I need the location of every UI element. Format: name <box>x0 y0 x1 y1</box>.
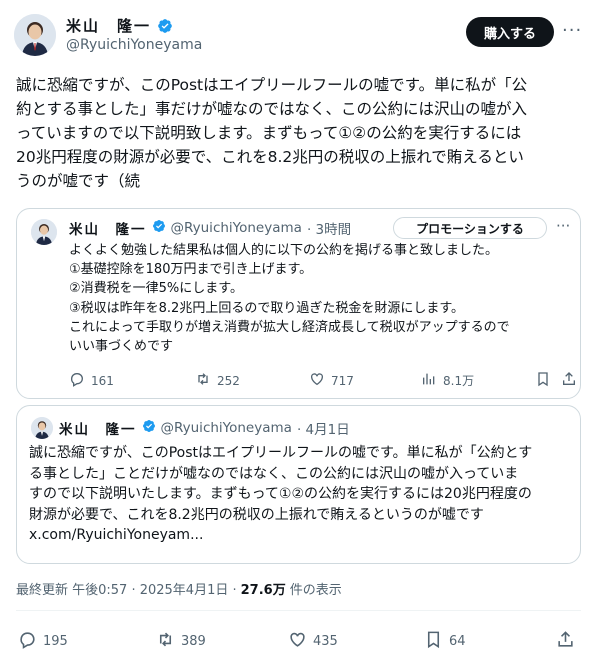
repost-count: 389 <box>181 634 206 649</box>
quote2-name-row: 米山 隆一 @RyuichiYoneyama · 4月1日 <box>59 418 350 438</box>
author-name[interactable]: 米山 隆一 <box>66 15 151 36</box>
author-avatar[interactable] <box>14 14 56 56</box>
post-updated-time[interactable]: 最終更新 午後0:57 · 2025年4月1日 · <box>16 579 237 598</box>
buy-button[interactable]: 購入する <box>466 17 554 47</box>
quote1-reply-count: 161 <box>91 373 114 388</box>
quote1-like-count: 717 <box>331 373 354 388</box>
quote2-text: 誠に恐縮ですが、このPostはエイプリールフールの嘘です。単に私が「公約とす る… <box>29 445 533 543</box>
bookmark-button[interactable]: 64 <box>424 630 466 653</box>
author-handle[interactable]: @RyuichiYoneyama <box>66 37 202 53</box>
quote1-views-button[interactable]: 8.1万 <box>421 371 474 390</box>
quote1-author-name[interactable]: 米山 隆一 <box>69 218 147 238</box>
quote2-handle[interactable]: @RyuichiYoneyama <box>161 420 292 436</box>
reply-icon <box>69 371 85 390</box>
share-button[interactable] <box>556 630 575 653</box>
bookmark-icon <box>535 371 551 390</box>
reply-icon <box>18 630 37 653</box>
post-view-label: 件の表示 <box>289 583 342 598</box>
repost-button[interactable]: 389 <box>156 630 206 653</box>
share-icon <box>556 630 575 653</box>
quote1-reply-button[interactable]: 161 <box>69 371 114 390</box>
views-chart-icon <box>421 371 437 390</box>
quote2-avatar[interactable] <box>31 417 53 439</box>
post-actions: 195 389 435 64 <box>16 630 581 654</box>
repost-icon <box>156 630 175 653</box>
quoted-post-1[interactable]: 米山 隆一 @RyuichiYoneyama · 3時間 プロモーションする ·… <box>16 208 581 399</box>
heart-icon <box>309 371 325 390</box>
post-meta: 最終更新 午後0:57 · 2025年4月1日 · 27.6万 件の表示 <box>16 579 342 598</box>
bookmark-icon <box>424 630 443 653</box>
bookmark-count: 64 <box>449 634 466 649</box>
repost-icon <box>195 371 211 390</box>
like-count: 435 <box>313 634 338 649</box>
verified-badge-icon <box>152 219 166 237</box>
post-header: 米山 隆一 @RyuichiYoneyama 購入する ··· <box>0 0 597 66</box>
promote-button[interactable]: プロモーションする <box>393 217 547 239</box>
quote1-name-row: 米山 隆一 @RyuichiYoneyama · 3時間 <box>69 218 351 238</box>
post-view-count: 27.6万 <box>240 583 286 598</box>
quote1-views-count: 8.1万 <box>443 374 475 388</box>
more-options-icon[interactable]: ··· <box>562 20 582 41</box>
verified-badge-icon <box>142 419 156 437</box>
quote1-repost-button[interactable]: 252 <box>195 371 240 390</box>
quote1-time[interactable]: · 3時間 <box>307 218 351 238</box>
divider <box>16 610 581 611</box>
quote1-text: よくよく勉強した結果私は個人的に以下の公約を掲げる事と致しました。 ①基礎控除を… <box>69 243 510 355</box>
quote1-repost-count: 252 <box>217 373 240 388</box>
like-button[interactable]: 435 <box>288 630 338 653</box>
post-text: 誠に恐縮ですが、このPostはエイプリールフールの嘘です。単に私が「公 約とする… <box>16 76 528 190</box>
author-name-row: 米山 隆一 <box>66 15 173 36</box>
reply-count: 195 <box>43 634 68 649</box>
quote2-time[interactable]: · 4月1日 <box>297 418 350 438</box>
verified-badge-icon <box>157 18 173 34</box>
quote1-share-button[interactable] <box>561 371 577 390</box>
quote2-author-name[interactable]: 米山 隆一 <box>59 418 137 438</box>
quote1-actions: 161 252 717 8.1万 <box>69 371 575 391</box>
quoted-post-2[interactable]: 米山 隆一 @RyuichiYoneyama · 4月1日 誠に恐縮ですが、この… <box>16 405 581 564</box>
quote1-handle[interactable]: @RyuichiYoneyama <box>171 220 302 236</box>
quote1-avatar[interactable] <box>31 219 57 245</box>
share-icon <box>561 371 577 390</box>
quote1-like-button[interactable]: 717 <box>309 371 354 390</box>
reply-button[interactable]: 195 <box>18 630 68 653</box>
heart-icon <box>288 630 307 653</box>
quote1-more-icon[interactable]: ··· <box>556 217 570 235</box>
quote1-bookmark-button[interactable] <box>535 371 551 390</box>
